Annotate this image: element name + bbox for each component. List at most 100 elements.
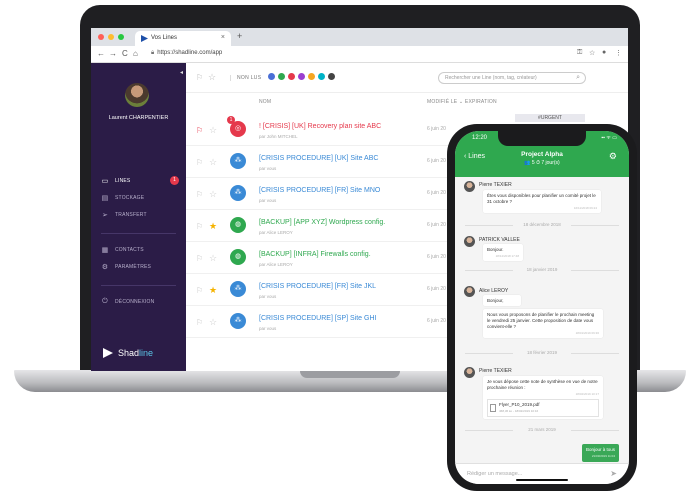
search-icon: ⌕ <box>576 74 580 81</box>
tab-close-icon[interactable]: × <box>221 34 225 41</box>
unread-badge: 1 <box>227 116 235 124</box>
user-avatar[interactable] <box>125 83 149 107</box>
flag-icon[interactable]: ⚐ <box>196 158 203 167</box>
star-icon[interactable]: ☆ <box>209 253 217 264</box>
line-type-icon: ⁂ <box>230 313 246 329</box>
color-filter-dot[interactable] <box>328 73 335 80</box>
browser-menu-icon[interactable]: ⋮ <box>615 49 622 57</box>
shadline-logo-icon <box>141 35 148 42</box>
line-author: par vous <box>259 166 277 171</box>
phone-time: 12:20 <box>472 135 488 141</box>
brand-part-2: line <box>139 348 154 358</box>
star-icon[interactable]: ☆ <box>209 125 217 136</box>
pdf-file-icon <box>490 404 496 412</box>
message-text: Bonjour. <box>487 247 504 252</box>
message-author: Pierre TEXIER <box>479 182 512 188</box>
sidebar-item-logout[interactable]: ⏻ DÉCONNEXION <box>101 298 154 306</box>
star-filter-icon[interactable]: ☆ <box>208 72 216 83</box>
lock-icon: 🔒︎ <box>151 50 155 56</box>
unread-filter[interactable]: NON LUS <box>230 75 261 81</box>
star-icon[interactable]: ☆ <box>209 189 217 200</box>
line-title[interactable]: [CRISIS PROCEDURE] [FR] Site MNO <box>259 187 380 194</box>
new-tab-button[interactable]: + <box>237 31 242 41</box>
date-divider: 18 janvier 2019 <box>465 267 619 272</box>
sidebar-divider <box>101 233 176 234</box>
color-filter-group <box>268 73 335 80</box>
date-divider: 18 février 2019 <box>465 350 619 355</box>
message-time: 18/12/2018 17:48 <box>495 254 519 258</box>
color-filter-dot[interactable] <box>268 73 275 80</box>
account-icon[interactable]: ● <box>602 49 606 56</box>
line-title[interactable]: ! [CRISIS] [UK] Recovery plan site ABC <box>259 123 381 130</box>
sidebar-item-label: DÉCONNEXION <box>115 299 155 305</box>
flag-icon[interactable]: ⚐ <box>196 318 203 327</box>
flag-icon[interactable]: ⚐ <box>196 222 203 231</box>
chat-subtitle: 👥 5 ⏱ 7 jour(s) <box>524 160 560 166</box>
app-sidebar: ◂ Laurent CHARPENTIER ▭ LINES 1 ▤ STOCKA… <box>91 63 186 371</box>
sidebar-item-label: PARAMÈTRES <box>115 264 152 270</box>
message-author: Pierre TEXIER <box>479 368 512 374</box>
url-field[interactable]: 🔒︎ https://shadline.com/app <box>151 50 222 57</box>
color-filter-dot[interactable] <box>278 73 285 80</box>
storage-icon: ▤ <box>101 195 109 202</box>
back-icon[interactable]: ← <box>97 49 105 58</box>
collapse-sidebar-icon[interactable]: ◂ <box>180 69 183 76</box>
flag-icon[interactable]: ⚐ <box>196 190 203 199</box>
line-title[interactable]: [BACKUP] [INFRA] Firewalls config. <box>259 251 371 258</box>
message-bubble: Je vous dépose cette note de synthèse en… <box>483 376 603 419</box>
gear-icon[interactable]: ⚙ <box>609 151 617 162</box>
bookmark-star-icon[interactable]: ☆ <box>589 49 595 57</box>
date-divider: 21 mars 2019 <box>465 427 619 432</box>
home-indicator <box>516 479 568 481</box>
home-icon[interactable]: ⌂ <box>133 49 138 58</box>
phone-notch <box>498 131 586 146</box>
flag-icon[interactable]: ⚐ <box>196 126 203 135</box>
color-filter-dot[interactable] <box>298 73 305 80</box>
key-icon[interactable]: ⚿ <box>577 49 582 57</box>
browser-tab[interactable]: Vos Lines × <box>135 31 231 46</box>
line-title[interactable]: [CRISIS PROCEDURE] [UK] Site ABC <box>259 155 378 162</box>
line-author: par Alice LEROY <box>259 230 293 235</box>
line-date: 6 juin 20 <box>427 286 446 292</box>
minimize-window-button[interactable] <box>108 34 114 40</box>
forward-icon[interactable]: → <box>109 49 117 58</box>
shadline-logo-icon <box>103 348 113 358</box>
star-icon[interactable]: ★ <box>209 285 217 296</box>
line-author: par John MITCHEL <box>259 134 298 139</box>
star-icon[interactable]: ★ <box>209 221 217 232</box>
flag-icon[interactable]: ⚐ <box>196 286 203 295</box>
message-time: 16/11/2018 09:24 <box>573 206 597 210</box>
avatar <box>464 367 475 378</box>
search-input[interactable]: Rechercher une Line (nom, tag, créateur)… <box>438 72 586 84</box>
message-text: Êtes vous disponibles pour planifier un … <box>487 193 596 204</box>
message-bubble: Bonjour. 18/12/2018 17:48 <box>483 244 523 261</box>
send-icon[interactable]: ➤ <box>610 469 617 478</box>
sidebar-item-settings[interactable]: ⚙ PARAMÈTRES <box>101 263 151 271</box>
line-date: 6 juin 20 <box>427 318 446 324</box>
color-filter-dot[interactable] <box>318 73 325 80</box>
star-icon[interactable]: ☆ <box>209 157 217 168</box>
maximize-window-button[interactable] <box>118 34 124 40</box>
line-title[interactable]: [CRISIS PROCEDURE] [SP] Site GHI <box>259 315 376 322</box>
column-header-modified[interactable]: MODIFIÉ LE ⌄ EXPIRATION <box>427 99 497 105</box>
line-title[interactable]: [CRISIS PROCEDURE] [FR] Site JKL <box>259 283 376 290</box>
sidebar-item-transfer[interactable]: ➢ TRANSFERT <box>101 211 147 219</box>
flag-filter-icon[interactable]: ⚐ <box>196 73 203 82</box>
message-time: 21/03/2019 11:04 <box>591 454 615 458</box>
flag-icon[interactable]: ⚐ <box>196 254 203 263</box>
sidebar-item-contacts[interactable]: ▦ CONTACTS <box>101 246 144 254</box>
color-filter-dot[interactable] <box>288 73 295 80</box>
close-window-button[interactable] <box>98 34 104 40</box>
color-filter-dot[interactable] <box>308 73 315 80</box>
line-title[interactable]: [BACKUP] [APP XYZ] Wordpress config. <box>259 219 385 226</box>
sidebar-item-lines[interactable]: ▭ LINES <box>101 177 131 185</box>
attachment-file[interactable]: Flyer_P10_2019.pdf 468,36 ko - 18/02/201… <box>487 399 599 417</box>
line-date: 6 juin 20 <box>427 254 446 260</box>
reload-icon[interactable]: C <box>122 49 128 58</box>
line-author: par vous <box>259 326 277 331</box>
lines-icon: ▭ <box>101 178 109 185</box>
sidebar-item-storage[interactable]: ▤ STOCKAGE <box>101 194 145 202</box>
column-header-name[interactable]: NOM <box>259 99 271 105</box>
file-meta: 468,36 ko - 18/02/2019 10:16 <box>499 409 539 413</box>
star-icon[interactable]: ☆ <box>209 317 217 328</box>
